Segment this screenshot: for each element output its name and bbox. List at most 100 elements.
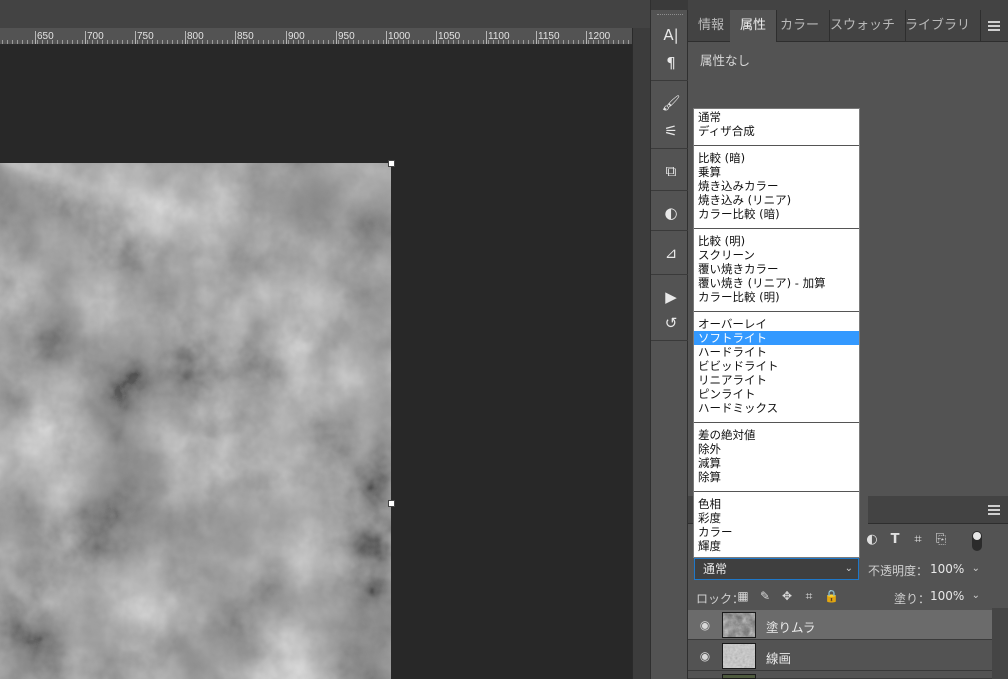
- panel-collapse-bar[interactable]: [688, 0, 1008, 10]
- blend-mode-option[interactable]: ハードライト: [694, 345, 859, 359]
- blend-mode-option[interactable]: 比較 (明): [694, 234, 859, 248]
- layer-row[interactable]: [688, 672, 992, 679]
- blend-mode-option[interactable]: カラー: [694, 525, 859, 539]
- blend-mode-option[interactable]: 輝度: [694, 539, 859, 553]
- layer-row[interactable]: ◉ 線画: [688, 641, 992, 671]
- layer-name[interactable]: 線画: [766, 648, 791, 667]
- blend-mode-option[interactable]: リニアライト: [694, 373, 859, 387]
- paths-icon[interactable]: ⊿: [660, 242, 682, 264]
- ruler-major-tick: [486, 31, 487, 44]
- panel-icon-strip: A| ¶ 🖌 ⚟ ⧉ ◐ ⊿ ▶ ↺: [650, 0, 689, 679]
- ruler-major-tick: [185, 31, 186, 44]
- blend-mode-option[interactable]: 色相: [694, 497, 859, 511]
- blend-mode-option[interactable]: 彩度: [694, 511, 859, 525]
- toolstrip-separator: [651, 190, 689, 191]
- blend-mode-option[interactable]: 通常: [694, 110, 859, 124]
- layers-vertical-scrollbar[interactable]: [992, 608, 1008, 679]
- history-icon[interactable]: ↺: [660, 312, 682, 334]
- blend-mode-option[interactable]: ソフトライト: [694, 331, 859, 345]
- visibility-eye-icon[interactable]: ◉: [698, 618, 712, 632]
- tab-libraries[interactable]: ライブラリ: [895, 10, 982, 42]
- blend-mode-option[interactable]: 焼き込みカラー: [694, 179, 859, 193]
- layer-row[interactable]: ◉ 塗りムラ: [688, 610, 992, 640]
- blend-mode-select[interactable]: 通常 ⌄: [694, 558, 859, 580]
- blend-mode-option[interactable]: 覆い焼き (リニア) - 加算: [694, 276, 859, 290]
- layer-thumbnail-clouds: [723, 613, 755, 637]
- canvas-vertical-scrollbar[interactable]: [632, 28, 650, 679]
- ruler-label: 950: [338, 31, 355, 42]
- layer-thumbnail-lineart: [723, 644, 755, 668]
- adjustments-icon[interactable]: ◐: [660, 202, 682, 224]
- fill-value: 100%: [930, 589, 965, 603]
- toolstrip-separator: [651, 274, 689, 275]
- blend-mode-option[interactable]: 除外: [694, 442, 859, 456]
- fill-label: 塗り：: [894, 592, 931, 606]
- lock-transparent-pixels-icon[interactable]: ▦: [736, 589, 750, 603]
- menu-separator: [694, 422, 859, 423]
- ruler-major-tick: [536, 31, 537, 44]
- blend-mode-dropdown-list[interactable]: 通常 ディザ合成比較 (暗) 乗算 焼き込みカラー 焼き込み (リニア) カラー比較 (暗…: [693, 108, 860, 558]
- blend-mode-option[interactable]: オーバーレイ: [694, 317, 859, 331]
- cloud-texture-image[interactable]: [0, 163, 391, 679]
- ruler-major-tick: [286, 31, 287, 44]
- character-icon[interactable]: A|: [660, 24, 682, 46]
- toolstrip-collapse-bar[interactable]: [651, 0, 689, 10]
- adjustment-filter-icon[interactable]: ◐: [864, 532, 880, 548]
- blend-mode-option[interactable]: 乗算: [694, 165, 859, 179]
- blend-mode-option[interactable]: ディザ合成: [694, 124, 859, 138]
- ruler-label: 850: [237, 31, 254, 42]
- fill-field[interactable]: 100% ⌄: [926, 586, 984, 606]
- shape-filter-icon[interactable]: ⌗: [910, 532, 926, 548]
- ruler-major-tick: [436, 31, 437, 44]
- clone-source-icon[interactable]: ⧉: [660, 160, 682, 182]
- layer-name[interactable]: 塗りムラ: [766, 617, 815, 636]
- layer-thumbnail: [722, 643, 756, 669]
- brush-settings-icon[interactable]: ⚟: [660, 120, 682, 142]
- ruler-major-tick: [386, 31, 387, 44]
- blend-mode-option[interactable]: スクリーン: [694, 248, 859, 262]
- opacity-field[interactable]: 100% ⌄: [926, 559, 984, 579]
- lock-position-icon[interactable]: ✥: [780, 589, 794, 603]
- blend-mode-option[interactable]: 減算: [694, 456, 859, 470]
- chevron-down-icon: ⌄: [971, 563, 980, 574]
- lock-artboard-icon[interactable]: ⌗: [802, 589, 816, 603]
- ruler-label: 700: [87, 31, 104, 42]
- toolstrip-separator: [651, 148, 689, 149]
- smart-object-filter-icon[interactable]: ⎘: [933, 532, 949, 548]
- canvas-area[interactable]: [0, 45, 632, 679]
- layers-panel-menu-icon[interactable]: [988, 505, 1000, 515]
- blend-mode-option[interactable]: カラー比較 (暗): [694, 207, 859, 221]
- panel-menu-icon[interactable]: [988, 21, 1000, 31]
- brushes-icon[interactable]: 🖌: [660, 92, 682, 114]
- type-filter-icon[interactable]: T: [887, 532, 903, 548]
- toolstrip-grip[interactable]: [657, 14, 683, 16]
- tab-swatches[interactable]: スウォッチ: [820, 10, 907, 42]
- lock-all-icon[interactable]: 🔒: [824, 589, 839, 603]
- blend-mode-option[interactable]: 比較 (暗): [694, 151, 859, 165]
- ruler-label: 1150: [538, 31, 560, 42]
- opacity-label: 不透明度：: [868, 564, 929, 578]
- ruler-major-tick: [35, 31, 36, 44]
- layer-filter-toggle[interactable]: [972, 531, 982, 551]
- blend-mode-option[interactable]: 焼き込み (リニア): [694, 193, 859, 207]
- transform-handle-middle-right[interactable]: [388, 500, 395, 507]
- visibility-eye-icon[interactable]: ◉: [698, 649, 712, 663]
- blend-mode-option[interactable]: 差の絶対値: [694, 428, 859, 442]
- ruler-major-tick: [85, 31, 86, 44]
- blend-mode-option[interactable]: カラー比較 (明): [694, 290, 859, 304]
- tab-info[interactable]: 情報: [688, 10, 736, 42]
- chevron-down-icon: ⌄: [844, 563, 853, 574]
- blend-mode-option[interactable]: 覆い焼きカラー: [694, 262, 859, 276]
- paragraph-icon[interactable]: ¶: [660, 52, 682, 74]
- blend-mode-option[interactable]: 除算: [694, 470, 859, 484]
- ruler-label: 1200: [588, 31, 611, 42]
- transform-handle-top-right[interactable]: [388, 160, 395, 167]
- play-actions-icon[interactable]: ▶: [660, 286, 682, 308]
- blend-mode-option[interactable]: ピンライト: [694, 387, 859, 401]
- ruler-label: 1100: [488, 31, 510, 42]
- blend-mode-option[interactable]: ハードミックス: [694, 401, 859, 415]
- ruler-label: 750: [137, 31, 154, 42]
- blend-mode-option[interactable]: ビビッドライト: [694, 359, 859, 373]
- chevron-down-icon: ⌄: [971, 590, 980, 601]
- lock-image-pixels-icon[interactable]: ✎: [758, 589, 772, 603]
